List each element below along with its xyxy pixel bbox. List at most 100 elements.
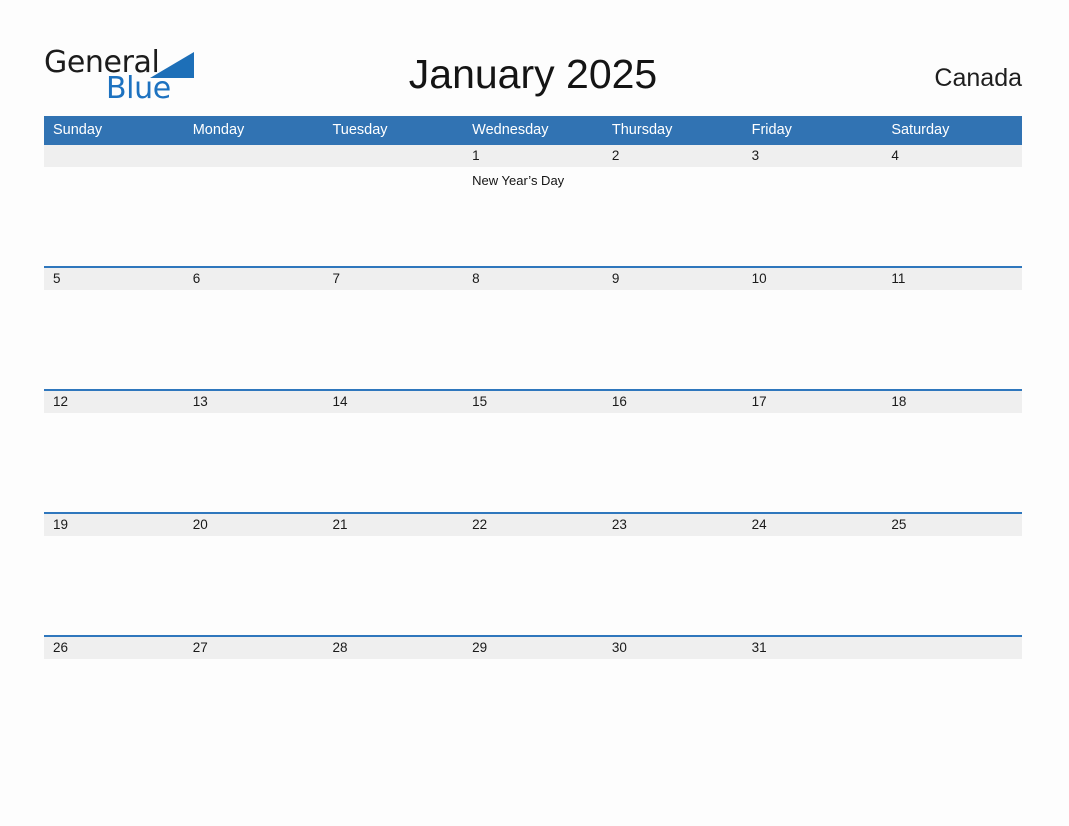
day-cell[interactable] xyxy=(44,413,184,512)
day-number[interactable]: 27 xyxy=(184,637,324,659)
day-cell[interactable] xyxy=(323,167,463,266)
day-number[interactable]: 22 xyxy=(463,514,603,536)
day-number[interactable]: 3 xyxy=(743,145,883,167)
day-header-saturday: Saturday xyxy=(891,122,950,138)
day-cell[interactable] xyxy=(184,659,324,758)
day-cell[interactable] xyxy=(603,167,743,266)
day-cell[interactable] xyxy=(44,659,184,758)
day-cell[interactable] xyxy=(882,413,1022,512)
day-cell[interactable] xyxy=(882,659,1022,758)
day-number[interactable]: 17 xyxy=(743,391,883,413)
day-of-week-header-row: Sunday Monday Tuesday Wednesday Thursday… xyxy=(44,116,1022,145)
week-date-number-band: 26 27 28 29 30 31 xyxy=(44,637,1022,659)
day-number[interactable]: 11 xyxy=(882,268,1022,290)
day-number[interactable]: 14 xyxy=(323,391,463,413)
day-number[interactable]: 23 xyxy=(603,514,743,536)
day-cell[interactable] xyxy=(603,536,743,635)
week-date-number-band: 19 20 21 22 23 24 25 xyxy=(44,514,1022,536)
week-event-band: New Year’s Day xyxy=(44,167,1022,266)
day-cell[interactable] xyxy=(603,413,743,512)
day-cell[interactable] xyxy=(184,167,324,266)
day-cell[interactable] xyxy=(743,167,883,266)
calendar-week-list: 1 2 3 4 New Year’s Day 5 6 7 8 9 10 11 12 13 14 15 16 17 1… xyxy=(44,145,1022,758)
day-number[interactable]: 6 xyxy=(184,268,324,290)
day-number[interactable]: 10 xyxy=(743,268,883,290)
day-number[interactable]: 19 xyxy=(44,514,184,536)
day-number[interactable]: 7 xyxy=(323,268,463,290)
day-header-thursday: Thursday xyxy=(611,122,673,138)
day-number[interactable]: 30 xyxy=(603,637,743,659)
week-event-band xyxy=(44,536,1022,635)
day-cell[interactable] xyxy=(882,536,1022,635)
day-number[interactable]: 13 xyxy=(184,391,324,413)
day-cell[interactable] xyxy=(743,536,883,635)
calendar-week-row: 5 6 7 8 9 10 11 xyxy=(44,266,1022,389)
day-header-friday: Friday xyxy=(751,122,792,138)
day-number[interactable]: 16 xyxy=(603,391,743,413)
day-cell[interactable] xyxy=(743,290,883,389)
day-cell[interactable] xyxy=(463,290,603,389)
day-cell[interactable] xyxy=(323,290,463,389)
day-number[interactable]: 20 xyxy=(184,514,324,536)
week-event-band xyxy=(44,659,1022,758)
week-date-number-band: 5 6 7 8 9 10 11 xyxy=(44,268,1022,290)
day-event-label: New Year’s Day xyxy=(472,173,565,188)
day-cell[interactable] xyxy=(882,290,1022,389)
day-number[interactable] xyxy=(44,145,184,167)
day-number[interactable]: 8 xyxy=(463,268,603,290)
country-label: Canada xyxy=(934,64,1022,92)
day-cell[interactable] xyxy=(323,413,463,512)
calendar-page: General Blue January 2025 Canada Sunday … xyxy=(0,0,1069,826)
calendar-grid: Sunday Monday Tuesday Wednesday Thursday… xyxy=(44,116,1022,758)
day-cell[interactable] xyxy=(323,659,463,758)
day-number[interactable]: 1 xyxy=(463,145,603,167)
day-number[interactable]: 18 xyxy=(882,391,1022,413)
day-cell[interactable] xyxy=(882,167,1022,266)
week-date-number-band: 1234 xyxy=(44,145,1022,167)
day-number[interactable]: 31 xyxy=(743,637,883,659)
day-number[interactable]: 25 xyxy=(882,514,1022,536)
day-cell[interactable] xyxy=(463,536,603,635)
day-cell[interactable] xyxy=(463,659,603,758)
day-cell[interactable]: New Year’s Day xyxy=(463,167,603,266)
day-header-monday: Monday xyxy=(192,122,245,138)
calendar-week-row: 26 27 28 29 30 31 xyxy=(44,635,1022,758)
day-cell[interactable] xyxy=(743,413,883,512)
page-header: General Blue January 2025 Canada xyxy=(44,44,1022,106)
week-event-band xyxy=(44,413,1022,512)
day-cell[interactable] xyxy=(184,536,324,635)
day-header-tuesday: Tuesday xyxy=(332,122,388,138)
day-number[interactable]: 24 xyxy=(743,514,883,536)
day-cell[interactable] xyxy=(44,536,184,635)
week-date-number-band: 12 13 14 15 16 17 18 xyxy=(44,391,1022,413)
day-cell[interactable] xyxy=(44,167,184,266)
calendar-week-row: 19 20 21 22 23 24 25 xyxy=(44,512,1022,635)
day-header-sunday: Sunday xyxy=(53,122,103,138)
day-number[interactable]: 15 xyxy=(463,391,603,413)
day-number[interactable]: 12 xyxy=(44,391,184,413)
day-number[interactable]: 4 xyxy=(882,145,1022,167)
day-number[interactable]: 2 xyxy=(603,145,743,167)
day-cell[interactable] xyxy=(184,290,324,389)
day-number[interactable]: 28 xyxy=(323,637,463,659)
day-number[interactable] xyxy=(184,145,324,167)
day-cell[interactable] xyxy=(463,413,603,512)
day-cell[interactable] xyxy=(323,536,463,635)
calendar-week-row: 12 13 14 15 16 17 18 xyxy=(44,389,1022,512)
day-number[interactable] xyxy=(882,637,1022,659)
day-cell[interactable] xyxy=(603,659,743,758)
day-header-wednesday: Wednesday xyxy=(472,122,549,138)
day-cell[interactable] xyxy=(603,290,743,389)
calendar-week-row: 1 2 3 4 New Year’s Day xyxy=(44,145,1022,266)
day-number[interactable] xyxy=(323,145,463,167)
day-number[interactable]: 29 xyxy=(463,637,603,659)
day-number[interactable]: 26 xyxy=(44,637,184,659)
day-number[interactable]: 5 xyxy=(44,268,184,290)
day-number[interactable]: 9 xyxy=(603,268,743,290)
day-number[interactable]: 21 xyxy=(323,514,463,536)
day-cell[interactable] xyxy=(743,659,883,758)
day-cell[interactable] xyxy=(44,290,184,389)
page-title: January 2025 xyxy=(408,51,658,97)
day-cell[interactable] xyxy=(184,413,324,512)
week-event-band xyxy=(44,290,1022,389)
